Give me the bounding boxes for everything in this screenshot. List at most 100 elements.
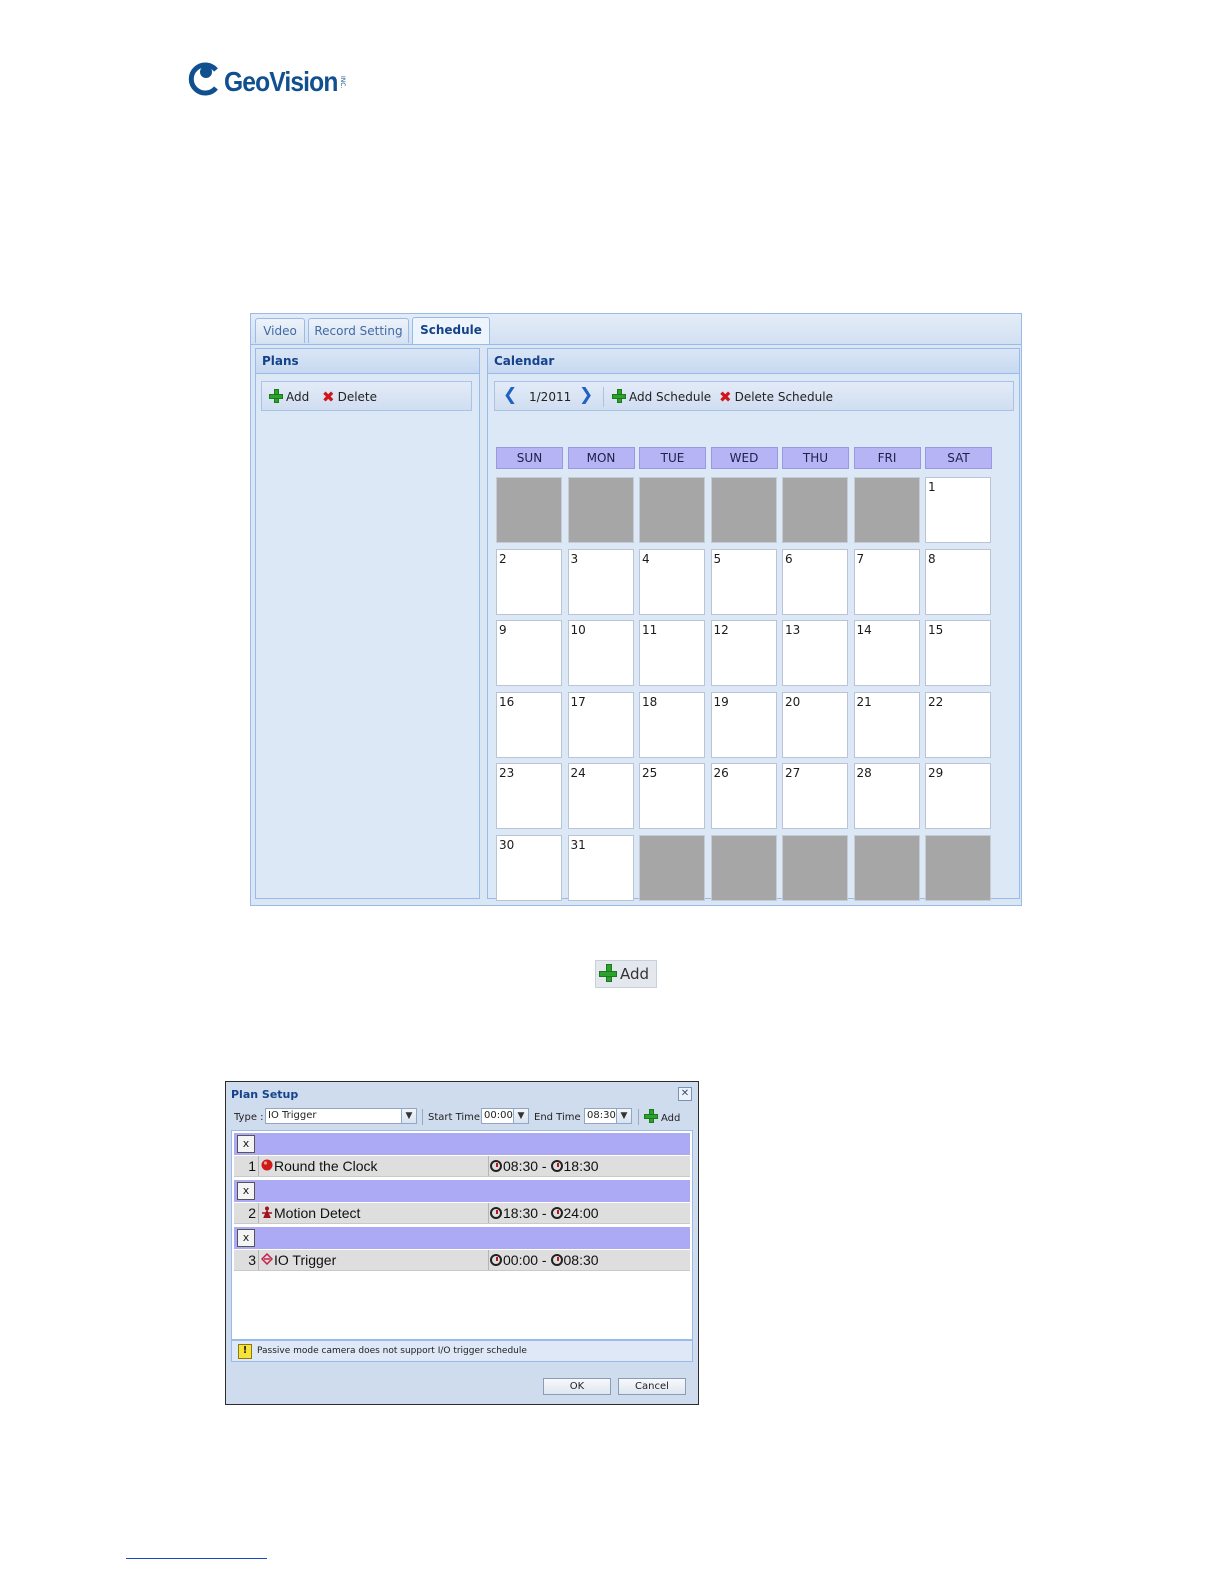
delete-x-icon: ✖: [719, 388, 732, 406]
clock-icon: [550, 1160, 563, 1172]
calendar-day-empty: [853, 834, 920, 901]
row-start-time: 18:30: [503, 1205, 539, 1221]
calendar-day-empty: [710, 477, 777, 543]
calendar-day-number: 23: [499, 766, 515, 780]
calendar-day-number: 29: [928, 766, 944, 780]
remove-entry-button[interactable]: x: [237, 1229, 255, 1247]
row-time-range: 18:30 - 24:00: [490, 1203, 599, 1223]
remove-entry-button[interactable]: x: [237, 1182, 255, 1200]
prev-month-icon[interactable]: ❮: [503, 386, 517, 404]
calendar-day-17[interactable]: 17: [567, 691, 634, 758]
weekday-header-fri: FRI: [853, 447, 921, 469]
calendar-day-25[interactable]: 25: [639, 763, 705, 829]
add-button[interactable]: Add: [595, 960, 657, 988]
delete-plan-button[interactable]: ✖ Delete: [322, 388, 377, 406]
calendar-day-number: 22: [928, 694, 944, 709]
end-time-value: 08:30: [587, 1110, 616, 1121]
calendar-day-9[interactable]: 9: [496, 620, 562, 686]
clock-icon: [490, 1160, 502, 1172]
calendar-day-empty: [710, 834, 777, 901]
calendar-day-28[interactable]: 28: [853, 763, 920, 829]
entry-group-header: x: [234, 1227, 690, 1249]
calendar-day-7[interactable]: 7: [853, 548, 920, 615]
calendar-day-31[interactable]: 31: [567, 834, 634, 901]
calendar-day-26[interactable]: 26: [710, 763, 777, 829]
column-divider: [258, 1203, 259, 1223]
calendar-day-4[interactable]: 4: [639, 548, 705, 615]
plus-icon: [644, 1109, 658, 1123]
column-divider: [258, 1250, 259, 1270]
calendar-day-empty: [639, 477, 705, 543]
calendar-day-20[interactable]: 20: [782, 691, 848, 758]
delete-schedule-button[interactable]: ✖ Delete Schedule: [719, 388, 833, 406]
chevron-down-icon: ▼: [513, 1109, 528, 1123]
row-index: 3: [248, 1252, 256, 1268]
calendar-day-number: 13: [785, 623, 801, 637]
calendar-day-number: 10: [570, 623, 586, 637]
tab-schedule[interactable]: Schedule: [412, 317, 490, 344]
row-end-time: 18:30: [563, 1158, 599, 1174]
type-select[interactable]: IO Trigger ▼: [265, 1108, 417, 1124]
cancel-button[interactable]: Cancel: [618, 1378, 686, 1395]
calendar-day-30[interactable]: 30: [496, 834, 562, 901]
calendar-day-empty: [639, 834, 705, 901]
entry-group-header: x: [234, 1133, 690, 1155]
calendar-day-number: 12: [713, 623, 729, 637]
warning-text: Passive mode camera does not support I/O…: [257, 1346, 527, 1356]
table-row[interactable]: 1 Round the Clock 08:30 - 18:30: [234, 1156, 690, 1177]
toolbar-divider: [603, 387, 604, 407]
table-row[interactable]: 2 Motion Detect 18:30 - 24:00: [234, 1203, 690, 1224]
row-time-range: 00:00 - 08:30: [490, 1250, 599, 1270]
calendar-day-16[interactable]: 16: [496, 691, 562, 758]
calendar-day-15[interactable]: 15: [925, 620, 991, 686]
weekday-header-wed: WED: [710, 447, 778, 469]
ok-button[interactable]: OK: [543, 1378, 611, 1395]
tab-video[interactable]: Video: [255, 318, 305, 343]
row-type-name: IO Trigger: [274, 1252, 337, 1268]
close-icon[interactable]: ✕: [678, 1087, 692, 1101]
calendar-day-10[interactable]: 10: [567, 620, 634, 686]
table-row[interactable]: 3 IO Trigger 00:00 - 08:30: [234, 1250, 690, 1271]
calendar-day-18[interactable]: 18: [639, 691, 705, 758]
warning-bar: ! Passive mode camera does not support I…: [231, 1340, 693, 1362]
calendar-day-14[interactable]: 14: [853, 620, 920, 686]
next-month-icon[interactable]: ❯: [579, 386, 593, 404]
add-schedule-button[interactable]: Add Schedule: [612, 388, 711, 406]
plan-entries-grid: x 1 Round the Clock 08:30 - 18:30 x 2 Mo…: [231, 1130, 693, 1340]
end-time-select[interactable]: 08:30 ▼: [584, 1108, 632, 1124]
row-type-name: Motion Detect: [274, 1205, 361, 1221]
calendar-day-1[interactable]: 1: [925, 477, 991, 543]
calendar-day-11[interactable]: 11: [639, 620, 705, 686]
calendar-day-empty: [782, 834, 848, 901]
month-label: 1/2011: [529, 390, 572, 404]
add-plan-entry-button[interactable]: Add: [644, 1109, 680, 1127]
calendar-day-12[interactable]: 12: [710, 620, 777, 686]
calendar-day-number: 31: [570, 837, 586, 852]
calendar-day-13[interactable]: 13: [782, 620, 848, 686]
calendar-day-2[interactable]: 2: [496, 548, 562, 615]
calendar-day-8[interactable]: 8: [925, 548, 991, 615]
dialog-title: Plan Setup: [231, 1088, 299, 1101]
tab-record-setting[interactable]: Record Setting: [308, 318, 409, 343]
calendar-day-27[interactable]: 27: [782, 763, 848, 829]
calendar-panel-title: Calendar: [488, 349, 1019, 374]
add-plan-button[interactable]: Add: [269, 388, 309, 406]
calendar-day-21[interactable]: 21: [853, 691, 920, 758]
weekday-header-thu: THU: [782, 447, 849, 469]
calendar-day-5[interactable]: 5: [710, 548, 777, 615]
calendar-day-6[interactable]: 6: [782, 548, 848, 615]
chevron-down-icon: ▼: [401, 1109, 416, 1123]
plus-icon: [269, 389, 283, 403]
calendar-day-number: 8: [928, 551, 936, 566]
add-plan-entry-label: Add: [661, 1113, 681, 1124]
calendar-day-22[interactable]: 22: [925, 691, 991, 758]
remove-entry-button[interactable]: x: [237, 1135, 255, 1153]
row-start-time: 00:00: [503, 1252, 539, 1268]
weekday-header-mon: MON: [567, 447, 635, 469]
calendar-day-23[interactable]: 23: [496, 763, 562, 829]
calendar-day-24[interactable]: 24: [567, 763, 634, 829]
start-time-select[interactable]: 00:00 ▼: [481, 1108, 529, 1124]
calendar-day-19[interactable]: 19: [710, 691, 777, 758]
calendar-day-29[interactable]: 29: [925, 763, 991, 829]
calendar-day-3[interactable]: 3: [567, 548, 634, 615]
